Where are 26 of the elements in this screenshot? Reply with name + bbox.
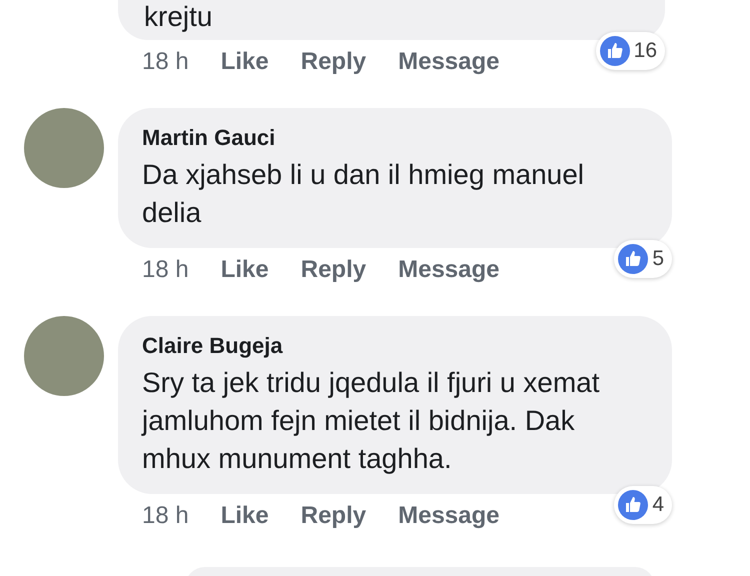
thumbs-up-icon — [600, 36, 630, 66]
comment-text: Sry ta jek tridu jqedula il fjuri u xemat jamluhom fejn mietet il bidnija. Dak mhux munument taghha. — [142, 366, 601, 476]
comment-time: 18 h — [142, 256, 189, 284]
reaction-count: 5 — [652, 247, 664, 271]
commenter-name[interactable]: Claire Bugeja — [142, 332, 648, 360]
reaction-badge[interactable]: 16 — [596, 32, 665, 70]
comment-action-link[interactable]: Like — [220, 48, 269, 76]
comment-text: Da xjahseb li u dan il hmieg manuel delia — [142, 158, 586, 230]
comment-action-link[interactable]: Like — [220, 502, 269, 530]
comment-action-link[interactable]: Reply — [300, 48, 366, 76]
thumbs-up-icon — [618, 244, 648, 274]
comment-action-link[interactable]: Like — [220, 256, 269, 284]
reaction-badge[interactable]: 5 — [614, 240, 672, 278]
commenter-name[interactable]: Martin Gauci — [142, 124, 648, 152]
reaction-count: 16 — [634, 39, 657, 63]
comment-action-link[interactable]: Message — [398, 502, 500, 530]
comment-action-link[interactable]: Message — [398, 256, 500, 284]
thumbs-up-icon — [618, 490, 648, 520]
reaction-badge[interactable]: 4 — [614, 486, 672, 524]
comment-action-link[interactable]: Message — [398, 48, 500, 76]
reaction-count: 4 — [652, 493, 664, 517]
comment-time: 18 h — [142, 502, 189, 530]
comment-action-link[interactable]: Reply — [300, 256, 366, 284]
comment-action-link[interactable]: Reply — [300, 502, 366, 530]
comment-time: 18 h — [142, 48, 189, 76]
comment-text: krejtu — [144, 0, 214, 34]
